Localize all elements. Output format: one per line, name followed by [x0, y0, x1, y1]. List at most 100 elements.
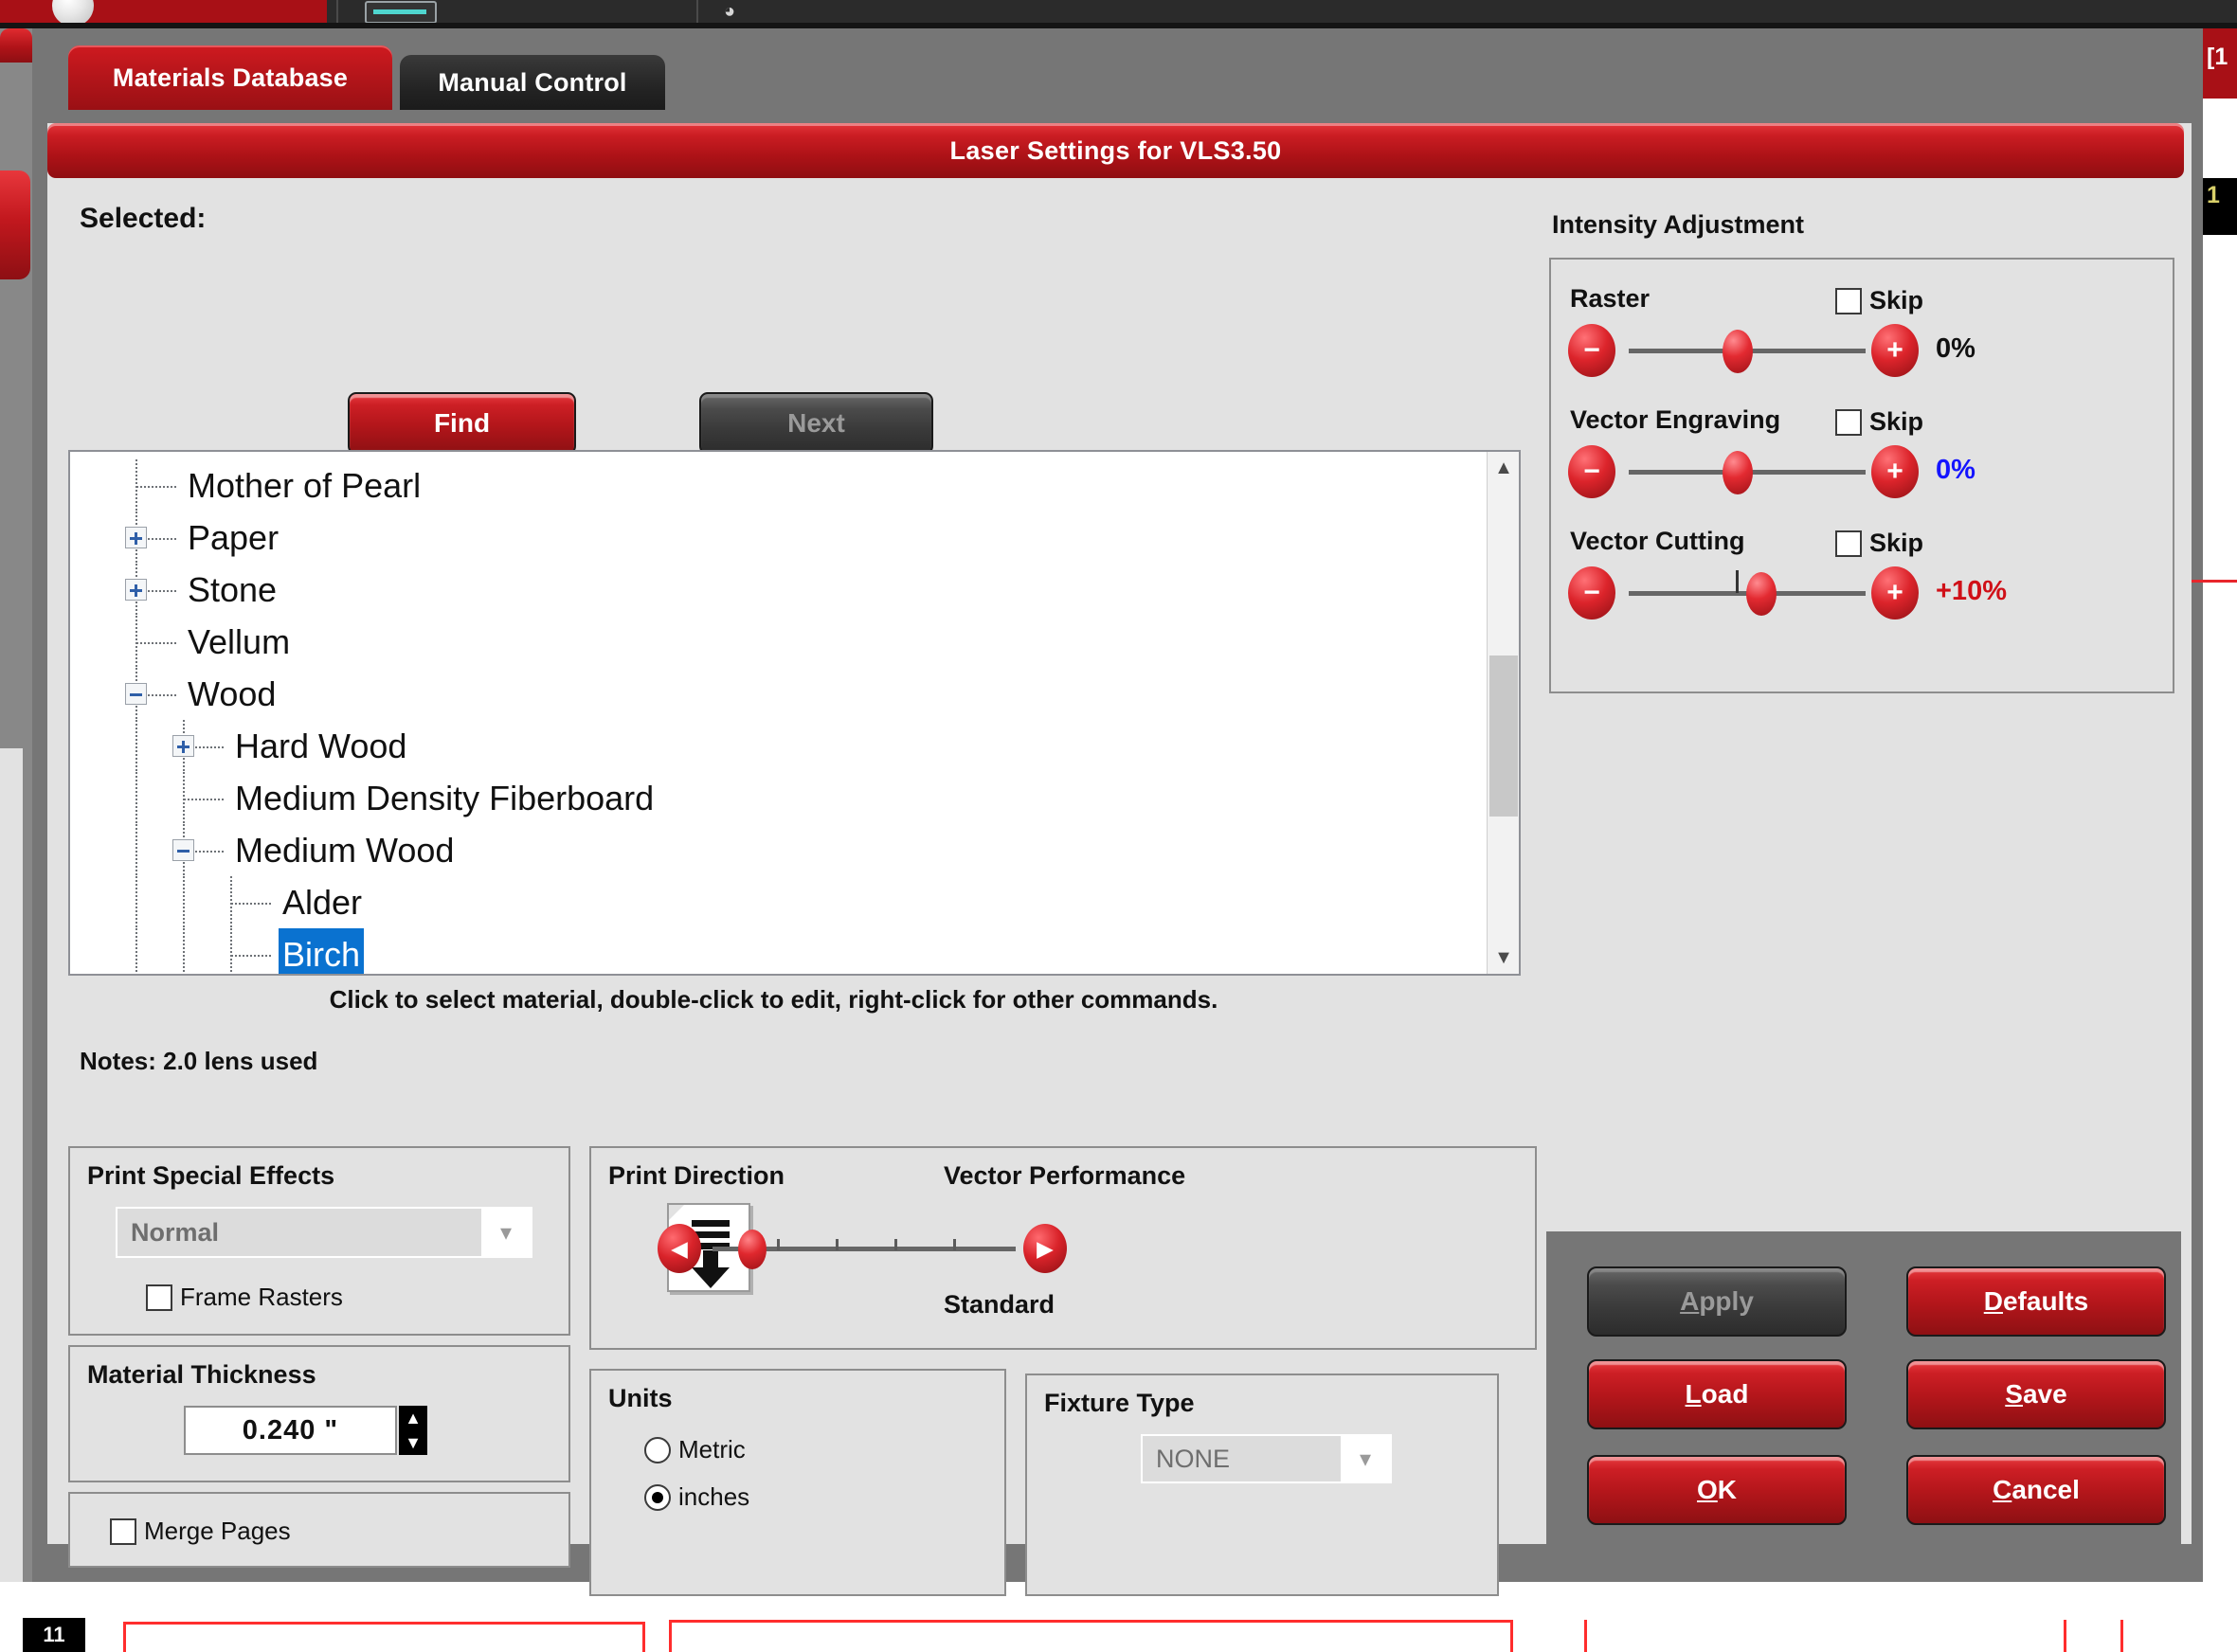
plus-circle-icon[interactable]: + [1871, 566, 1919, 620]
page-object-outline [1584, 1620, 1625, 1652]
tree-expand-icon[interactable] [125, 526, 147, 548]
apply-button-label: Apply [1680, 1286, 1754, 1316]
tree-guide-line [135, 928, 137, 974]
tree-item-label: Stone [188, 570, 278, 609]
apply-button[interactable]: Apply [1587, 1266, 1847, 1337]
tree-connector [136, 485, 178, 488]
tree-guide-line [183, 876, 185, 928]
tree-item[interactable]: Hard Wood [231, 720, 410, 772]
next-button[interactable]: Next [699, 392, 933, 455]
plus-circle-icon[interactable]: + [1871, 445, 1919, 498]
laser-meter-icon[interactable] [365, 1, 437, 24]
tree-collapse-icon[interactable] [125, 682, 147, 705]
tree-expand-icon[interactable] [172, 734, 194, 757]
save-button[interactable]: Save [1906, 1359, 2166, 1429]
plus-circle-icon[interactable]: + [1871, 324, 1919, 377]
chevron-down-icon[interactable]: ▼ [1488, 942, 1520, 974]
units-radio-inches[interactable]: inches [644, 1482, 749, 1512]
materials-tree[interactable]: Mother of Pearl Paper Stone Vellum Wood Hard … [68, 450, 1521, 976]
spinner-down-icon[interactable]: ▼ [399, 1430, 427, 1455]
tree-item-label-selected: Birch [279, 928, 365, 974]
minus-circle-icon[interactable]: − [1568, 324, 1615, 377]
units-radio-metric[interactable]: Metric [644, 1435, 746, 1464]
minus-circle-icon[interactable]: − [1568, 445, 1615, 498]
intensity-slider-thumb[interactable] [1723, 330, 1753, 373]
tree-item[interactable]: Stone [184, 564, 280, 616]
material-thickness-stepper[interactable]: ▲ ▼ [399, 1406, 427, 1455]
minus-circle-icon[interactable]: − [1568, 566, 1615, 620]
intensity-skip-checkbox[interactable]: Skip [1835, 529, 1923, 558]
fixture-type-group: Fixture Type NONE ▾ [1025, 1374, 1499, 1596]
page-number-badge[interactable]: 11 [23, 1618, 85, 1652]
document-left-red-bar [0, 28, 32, 63]
tree-item[interactable]: Mother of Pearl [184, 459, 424, 512]
intensity-value: +10% [1936, 576, 2007, 606]
dialog-title-bar: Laser Settings for VLS3.50 [47, 123, 2184, 178]
toolbar-red-chip [0, 0, 327, 23]
scrollbar-thumb[interactable] [1489, 655, 1518, 817]
arrow-right-circle-icon[interactable]: ▶ [1023, 1224, 1067, 1273]
tree-item[interactable]: Medium Wood [231, 824, 458, 876]
arrow-left-circle-icon[interactable]: ◀ [658, 1224, 701, 1273]
print-special-effects-value: Normal [117, 1209, 481, 1256]
print-special-effects-select[interactable]: Normal ▾ [116, 1207, 532, 1258]
intensity-skip-label: Skip [1869, 407, 1924, 436]
intensity-center-tick [1736, 570, 1739, 593]
tab-materials-database[interactable]: Materials Database [68, 45, 392, 110]
chevron-down-icon[interactable]: ▾ [1341, 1436, 1390, 1481]
intensity-adjustment-title: Intensity Adjustment [1552, 210, 1805, 239]
merge-pages-checkbox[interactable]: Merge Pages [110, 1517, 291, 1546]
print-head-icon[interactable]: ◕ [715, 0, 744, 23]
next-button-label: Next [787, 408, 845, 438]
chevron-down-icon[interactable]: ▾ [481, 1209, 531, 1256]
fixture-type-title: Fixture Type [1044, 1389, 1195, 1417]
tree-item-label: Paper [188, 518, 280, 557]
cancel-button[interactable]: Cancel [1906, 1455, 2166, 1525]
cancel-button-label: Cancel [1993, 1475, 2080, 1504]
ok-button-label: OK [1696, 1475, 1737, 1504]
intensity-slider-thumb[interactable] [1723, 451, 1753, 494]
spinner-up-icon[interactable]: ▲ [399, 1406, 427, 1430]
frame-rasters-label: Frame Rasters [180, 1283, 343, 1311]
intensity-row: Raster Skip − +0% [1551, 275, 2176, 407]
checkbox-box [146, 1284, 172, 1311]
tree-item[interactable]: Birch [279, 928, 365, 974]
find-button-label: Find [433, 408, 491, 438]
tree-expand-icon[interactable] [125, 578, 147, 601]
merge-pages-label: Merge Pages [144, 1517, 291, 1545]
chevron-up-icon[interactable]: ▲ [1488, 452, 1520, 484]
tree-item[interactable]: Wood [184, 668, 280, 720]
notes-text: Notes: 2.0 lens used [80, 1047, 318, 1075]
find-button[interactable]: Find [348, 392, 576, 455]
document-right-black-tab: 1 [2203, 178, 2237, 235]
materials-tree-scrollbar[interactable]: ▲ ▼ [1487, 452, 1519, 974]
intensity-skip-checkbox[interactable]: Skip [1835, 286, 1923, 315]
merge-pages-group: Merge Pages [68, 1492, 570, 1568]
intensity-slider-thumb[interactable] [1746, 572, 1777, 616]
tree-guide-line [230, 928, 232, 974]
tree-item[interactable]: Medium Density Fiberboard [231, 772, 658, 824]
tree-item-label: Alder [282, 883, 363, 922]
checkbox-box [1835, 530, 1862, 557]
defaults-button[interactable]: Defaults [1906, 1266, 2166, 1337]
toolbar-separator [696, 0, 698, 23]
tree-hint-text: Click to select material, double-click t… [329, 985, 1218, 1014]
ok-button[interactable]: OK [1587, 1455, 1847, 1525]
tree-connector [231, 902, 273, 905]
tree-connector [231, 954, 273, 957]
fixture-type-select[interactable]: NONE ▾ [1141, 1434, 1392, 1483]
load-button[interactable]: Load [1587, 1359, 1847, 1429]
tree-item-label: Vellum [188, 622, 291, 661]
frame-rasters-checkbox[interactable]: Frame Rasters [146, 1283, 343, 1312]
tree-item[interactable]: Alder [279, 876, 366, 928]
intensity-skip-label: Skip [1869, 286, 1924, 314]
tab-manual-control[interactable]: Manual Control [400, 55, 665, 110]
material-thickness-input[interactable]: 0.240 " [184, 1406, 397, 1455]
tree-item[interactable]: Vellum [184, 616, 294, 668]
intensity-skip-checkbox[interactable]: Skip [1835, 407, 1923, 437]
tree-item[interactable]: Paper [184, 512, 282, 564]
tab-manual-control-label: Manual Control [438, 67, 627, 97]
save-button-label: Save [2005, 1379, 2067, 1409]
vector-performance-thumb[interactable] [737, 1230, 767, 1269]
tree-collapse-icon[interactable] [172, 838, 194, 861]
